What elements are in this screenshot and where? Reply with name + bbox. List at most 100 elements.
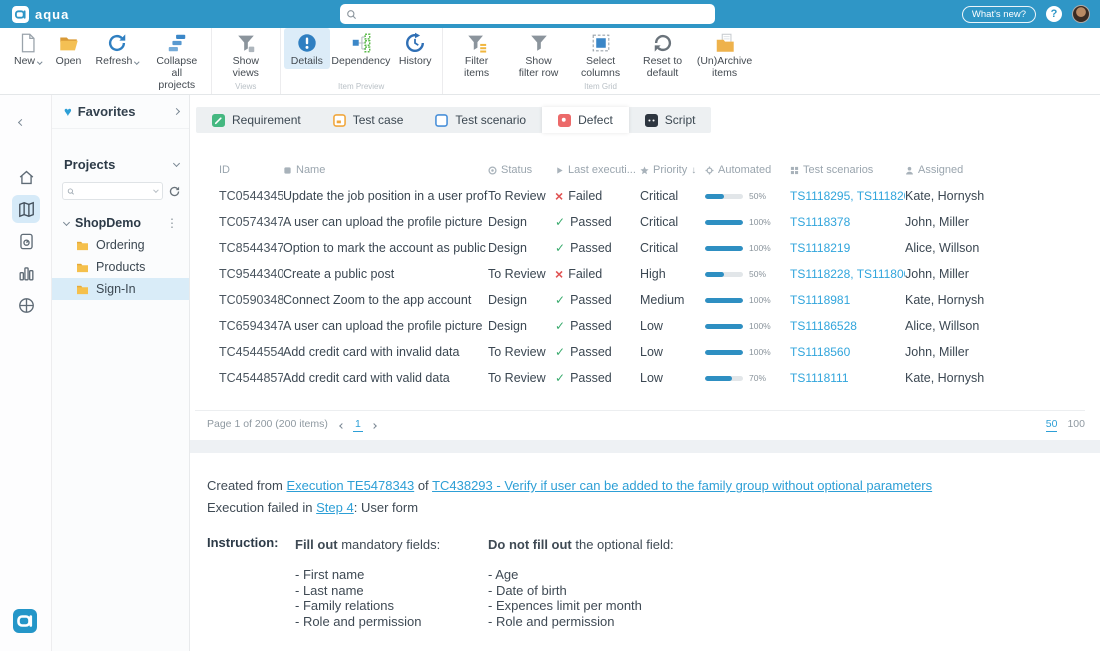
user-avatar[interactable]: [1072, 5, 1090, 23]
test-scenario-link[interactable]: TS1118981: [790, 293, 850, 307]
rail-item-statistics[interactable]: [12, 259, 40, 287]
execution-link[interactable]: Execution TE5478343: [287, 478, 415, 493]
test-scenario-link[interactable]: TS1118111: [790, 371, 849, 385]
cell-status: To Review: [488, 267, 555, 281]
mandatory-fields-column: Fill out mandatory fields: - First name-…: [295, 537, 440, 629]
test-scenario-link[interactable]: TS1118378: [790, 215, 850, 229]
projects-header[interactable]: Projects: [64, 157, 179, 172]
show-filter-row-button[interactable]: Show filter row: [508, 28, 570, 81]
step-link[interactable]: Step 4: [316, 500, 354, 515]
tree-root-menu-icon[interactable]: ⋮: [163, 216, 181, 230]
favorites-expand-icon[interactable]: [173, 108, 180, 115]
column-header-name[interactable]: Name: [283, 164, 488, 176]
dependency-button[interactable]: Dependency: [330, 28, 392, 69]
created-from-line: Created from Execution TE5478343 of TC43…: [207, 477, 932, 494]
table-row[interactable]: TC8544347Option to mark the account as p…: [219, 235, 1085, 261]
table-row[interactable]: TC0574347A user can upload the profile p…: [219, 209, 1085, 235]
cell-id: TC9544340: [219, 267, 283, 281]
page-size-50[interactable]: 50: [1046, 418, 1058, 432]
column-header-status[interactable]: Status: [488, 164, 555, 176]
test-scenario-link[interactable]: TS1118295, TS1118203: [790, 189, 905, 203]
tab-script[interactable]: Script: [629, 107, 712, 133]
cell-status: To Review: [488, 371, 555, 385]
column-header-label: Name: [296, 164, 325, 176]
whats-new-button[interactable]: What's new?: [962, 6, 1036, 23]
project-search[interactable]: [62, 182, 163, 200]
tree-item-ordering[interactable]: Ordering: [52, 234, 189, 256]
open-folder-icon: [58, 32, 80, 54]
test-scenario-link[interactable]: TS1118219: [790, 241, 850, 255]
favorites-row[interactable]: ♥ Favorites: [52, 95, 189, 129]
collapse-all-projects-button[interactable]: Collapse all projects: [146, 28, 208, 93]
refresh-projects-icon[interactable]: [168, 185, 181, 198]
collapse-sidebar-button[interactable]: [15, 108, 28, 134]
search-filter-caret-icon[interactable]: [154, 187, 159, 192]
refresh-button[interactable]: Refresh: [89, 28, 146, 69]
passed-icon: ✓: [555, 241, 565, 255]
tab-test-scenario[interactable]: Test scenario: [419, 107, 542, 133]
rail-item-projects[interactable]: [12, 195, 40, 223]
tab-defect[interactable]: Defect: [542, 107, 629, 133]
automated-progress-bar: [705, 220, 743, 225]
column-header-priority[interactable]: Priority↓: [640, 164, 705, 176]
tab-requirement[interactable]: Requirement: [196, 107, 317, 133]
column-header-label: Status: [501, 164, 532, 176]
cell-last-execution: ✓Passed: [555, 371, 640, 385]
help-button[interactable]: ?: [1046, 6, 1062, 22]
testcase-link[interactable]: TC438293 - Verify if user can be added t…: [432, 478, 932, 493]
failed-icon: ×: [555, 191, 563, 201]
table-row[interactable]: TC4544857Add credit card with valid data…: [219, 365, 1085, 391]
filter-items-button[interactable]: Filter items: [446, 28, 508, 81]
show-views-button[interactable]: Show views: [215, 28, 277, 81]
current-page[interactable]: 1: [353, 418, 363, 432]
status-icon: [488, 166, 497, 175]
instruction-item: - Date of birth: [488, 583, 674, 599]
open-button[interactable]: Open: [49, 28, 89, 69]
column-header-automated[interactable]: Automated: [705, 164, 790, 176]
rail-item-home[interactable]: [12, 163, 40, 191]
global-search[interactable]: [340, 4, 715, 24]
column-header-assigned[interactable]: Assigned: [905, 164, 1085, 176]
rail-item-reports[interactable]: [12, 227, 40, 255]
page-size-100[interactable]: 100: [1067, 418, 1085, 432]
mandatory-title-bold: Fill out: [295, 537, 338, 552]
execution-result-label: Passed: [570, 215, 612, 229]
filter-items-label: Filter items: [453, 55, 501, 79]
table-row[interactable]: TC0590348Connect Zoom to the app account…: [219, 287, 1085, 313]
test-scenario-link[interactable]: TS11186528: [790, 319, 857, 333]
details-button[interactable]: Details: [284, 28, 330, 69]
filter-items-icon: [466, 32, 488, 54]
project-search-input[interactable]: [78, 186, 155, 197]
tree-item-sign-in[interactable]: Sign-In: [52, 278, 189, 300]
cell-test-scenarios: TS1118981: [790, 293, 905, 307]
prev-page-icon[interactable]: [340, 419, 344, 431]
table-row[interactable]: TC9544340Create a public postTo Review×F…: [219, 261, 1085, 287]
test-scenario-link[interactable]: TS1118228, TS1118002: [790, 267, 905, 281]
select-columns-button[interactable]: Select columns: [570, 28, 632, 81]
tree-root-shopdemo[interactable]: ShopDemo ⋮: [52, 212, 189, 234]
column-header-test-scenarios[interactable]: Test scenarios: [790, 164, 905, 176]
un-archive-items-button[interactable]: (Un)Archive items: [694, 28, 756, 81]
rail-item-modules[interactable]: [12, 291, 40, 319]
column-header-last-executi[interactable]: Last executi...: [555, 164, 640, 176]
column-header-id[interactable]: ID: [219, 164, 283, 176]
table-row[interactable]: TC6594347A user can upload the profile p…: [219, 313, 1085, 339]
new-button[interactable]: New: [7, 28, 49, 69]
test-scenario-link[interactable]: TS1118560: [790, 345, 850, 359]
table-row[interactable]: TC4544554Add credit card with invalid da…: [219, 339, 1085, 365]
table-row[interactable]: TC0544345Update the job position in a us…: [219, 183, 1085, 209]
tree-expand-icon[interactable]: [63, 218, 70, 225]
search-icon: [346, 9, 357, 20]
history-button[interactable]: History: [392, 28, 439, 69]
tree-item-products[interactable]: Products: [52, 256, 189, 278]
cell-id: TC0544345: [219, 189, 283, 203]
tab-test-case[interactable]: Test case: [317, 107, 420, 133]
global-search-input[interactable]: [361, 8, 709, 20]
dropdown-caret-icon: [37, 59, 42, 64]
new-label: New: [14, 55, 42, 67]
reset-to-default-button[interactable]: Reset to default: [632, 28, 694, 81]
projects-collapse-icon[interactable]: [173, 160, 180, 167]
instruction-label: Instruction:: [207, 535, 279, 550]
next-page-icon[interactable]: [372, 419, 376, 431]
aqua-logo-bottom-icon[interactable]: [13, 609, 37, 633]
